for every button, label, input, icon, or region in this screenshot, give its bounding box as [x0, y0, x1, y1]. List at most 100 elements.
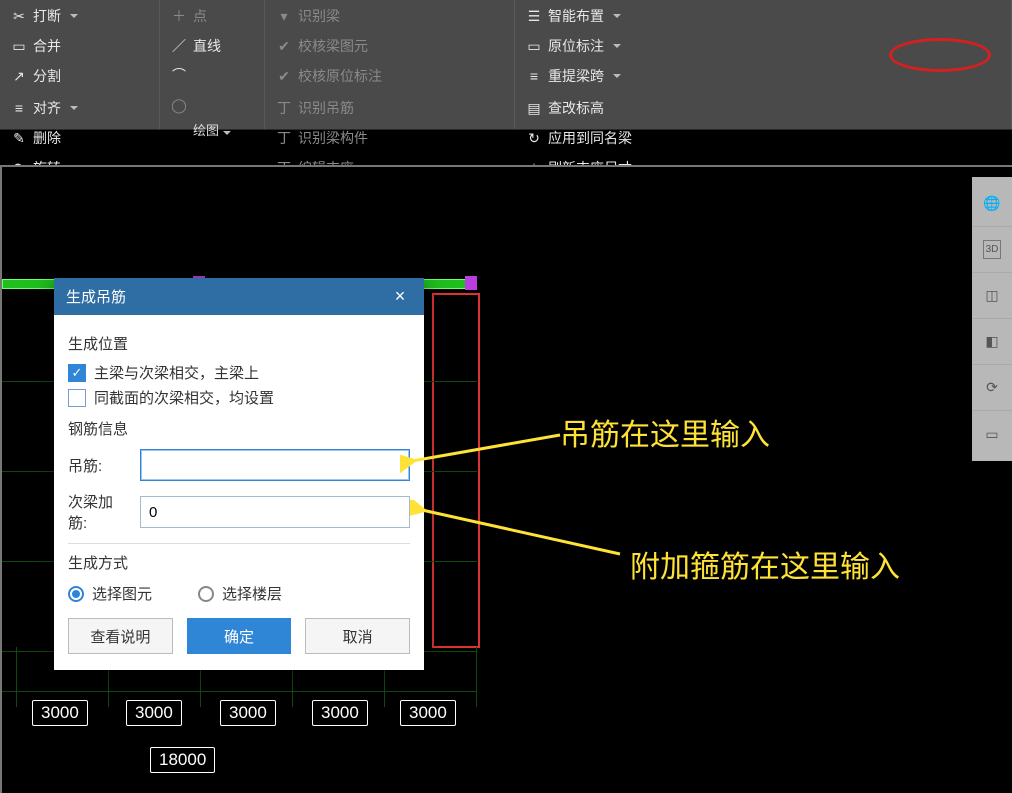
- ribbon: ✂打断 ▭合并 ↗分割 ≡对齐 ✎删除 ⟳旋转 改 ＋点 ／直线 ⌒ ◯ 绘图: [0, 0, 1012, 130]
- label: 校核梁图元: [298, 36, 368, 56]
- tool-cube-solid[interactable]: ◧: [972, 319, 1012, 365]
- checkbox-label: 主梁与次梁相交，主梁上: [94, 362, 259, 383]
- label: 打断: [33, 6, 61, 26]
- point-icon: ＋: [170, 7, 188, 25]
- label: 点: [193, 6, 207, 26]
- checkbox-same-section[interactable]: [68, 389, 86, 407]
- label: 识别梁: [298, 6, 340, 26]
- field-extra-label: 次梁加筋:: [68, 491, 132, 533]
- btn-chk-elev[interactable]: ▤ 查改标高: [521, 96, 1005, 120]
- radio-select-element[interactable]: 选择图元: [68, 583, 152, 604]
- btn-delete[interactable]: ✎删除: [6, 126, 153, 150]
- cubesolid-icon: ◧: [985, 333, 998, 350]
- label: 删除: [33, 128, 61, 148]
- cube3d-icon: 3D: [983, 240, 1002, 259]
- radio-dot-icon: [68, 586, 84, 602]
- settings-icon: ▭: [985, 426, 998, 443]
- label: 对齐: [33, 98, 61, 118]
- radio-label: 选择图元: [92, 583, 152, 604]
- label: 查改标高: [548, 98, 604, 118]
- annot-icon: ▭: [525, 37, 543, 55]
- btn-cancel[interactable]: 取消: [305, 618, 410, 654]
- input-hang-rebar[interactable]: [140, 449, 410, 481]
- btn-merge[interactable]: ▭合并: [6, 34, 153, 58]
- filter-icon: ▾: [275, 7, 293, 25]
- dim-label[interactable]: 3000: [312, 700, 368, 726]
- label: 分割: [33, 66, 61, 86]
- tool-3d[interactable]: 3D: [972, 227, 1012, 273]
- tool-refresh[interactable]: ⟳: [972, 365, 1012, 411]
- refresh2-icon: ⟳: [986, 379, 998, 396]
- btn-chk-origin: ✔ 校核原位标注: [271, 64, 508, 88]
- check2-icon: ✔: [275, 67, 293, 85]
- label: 直线: [193, 36, 221, 56]
- label: 识别吊筋: [298, 98, 354, 118]
- btn-rec-hang: 丁识别吊筋: [271, 96, 508, 120]
- btn-align[interactable]: ≡ 对齐: [6, 96, 153, 120]
- btn-rec-beam-member: 丁识别梁构件: [271, 126, 508, 150]
- dim-label[interactable]: 3000: [400, 700, 456, 726]
- btn-smart-layout[interactable]: ☰ 智能布置: [521, 4, 1005, 28]
- generate-hanging-rebar-dialog: 生成吊筋 × 生成位置 ✓ 主梁与次梁相交，主梁上 同截面的次梁相交，均设置 钢…: [54, 278, 424, 670]
- align-icon: ≡: [10, 99, 28, 117]
- grip-handle[interactable]: [465, 276, 477, 290]
- dim-label[interactable]: 3000: [32, 700, 88, 726]
- tool-globe[interactable]: 🌐: [972, 181, 1012, 227]
- annotation-text-stirrup: 附加箍筋在这里输入: [630, 542, 900, 586]
- gridline: [16, 647, 17, 707]
- annotation-text-hang: 吊筋在这里输入: [560, 410, 770, 454]
- merge-icon: ▭: [10, 37, 28, 55]
- btn-chk-beam-elem: ✔ 校核梁图元: [271, 34, 508, 58]
- dim-label[interactable]: 3000: [126, 700, 182, 726]
- btn-view-help[interactable]: 查看说明: [68, 618, 173, 654]
- radio-dot-icon: [198, 586, 214, 602]
- btn-origin-annot[interactable]: ▭原位标注: [521, 34, 1005, 58]
- dialog-title: 生成吊筋: [66, 286, 126, 307]
- dim-total-label[interactable]: 18000: [150, 747, 215, 773]
- btn-apply-same[interactable]: ↻应用到同名梁: [521, 126, 1005, 150]
- checkbox-main-secondary[interactable]: ✓: [68, 364, 86, 382]
- label: 校核原位标注: [298, 66, 382, 86]
- btn-ok[interactable]: 确定: [187, 618, 292, 654]
- btn-circle: ◯: [166, 94, 258, 116]
- label: 确定: [224, 626, 254, 647]
- label: 智能布置: [548, 6, 604, 26]
- dim-label[interactable]: 3000: [220, 700, 276, 726]
- btn-arc[interactable]: ⌒: [166, 64, 258, 86]
- btn-line[interactable]: ／ 直线: [166, 34, 258, 58]
- radio-label: 选择楼层: [222, 583, 282, 604]
- field-hang-label: 吊筋:: [68, 455, 132, 476]
- btn-rec-beam: ▾ 识别梁: [271, 4, 508, 28]
- btn-split[interactable]: ↗分割: [6, 64, 153, 88]
- dialog-titlebar[interactable]: 生成吊筋 ×: [54, 278, 424, 315]
- member-icon: 丁: [275, 129, 293, 147]
- radio-select-floor[interactable]: 选择楼层: [198, 583, 282, 604]
- line-icon: ／: [170, 37, 188, 55]
- btn-point: ＋点: [166, 4, 258, 28]
- checkbox-label: 同截面的次梁相交，均设置: [94, 387, 274, 408]
- group-draw-label[interactable]: 绘图: [166, 116, 258, 145]
- elev-icon: ▤: [525, 99, 543, 117]
- layout-icon: ☰: [525, 7, 543, 25]
- hang-icon: 丁: [275, 99, 293, 117]
- circle-icon: ◯: [170, 96, 188, 114]
- view-tool-palette: 🌐 3D ◫ ◧ ⟳ ▭: [972, 177, 1012, 461]
- check-icon: ✔: [275, 37, 293, 55]
- section-position-label: 生成位置: [68, 333, 410, 354]
- label: 识别梁构件: [298, 128, 368, 148]
- tool-cube-wire[interactable]: ◫: [972, 273, 1012, 319]
- globe-icon: 🌐: [983, 195, 1000, 212]
- input-extra-stirrup[interactable]: [140, 496, 410, 528]
- separator: [68, 543, 410, 544]
- section-mode-label: 生成方式: [68, 552, 410, 573]
- btn-reset-span[interactable]: ≡ 重提梁跨: [521, 64, 1005, 88]
- span-icon: ≡: [525, 67, 543, 85]
- label: 重提梁跨: [548, 66, 604, 86]
- dialog-close-button[interactable]: ×: [388, 286, 412, 307]
- gridline: [476, 647, 477, 707]
- gridline: [2, 691, 477, 692]
- btn-break[interactable]: ✂ 打断: [6, 4, 153, 28]
- tool-settings[interactable]: ▭: [972, 411, 1012, 457]
- break-icon: ✂: [10, 7, 28, 25]
- label: 应用到同名梁: [548, 128, 632, 148]
